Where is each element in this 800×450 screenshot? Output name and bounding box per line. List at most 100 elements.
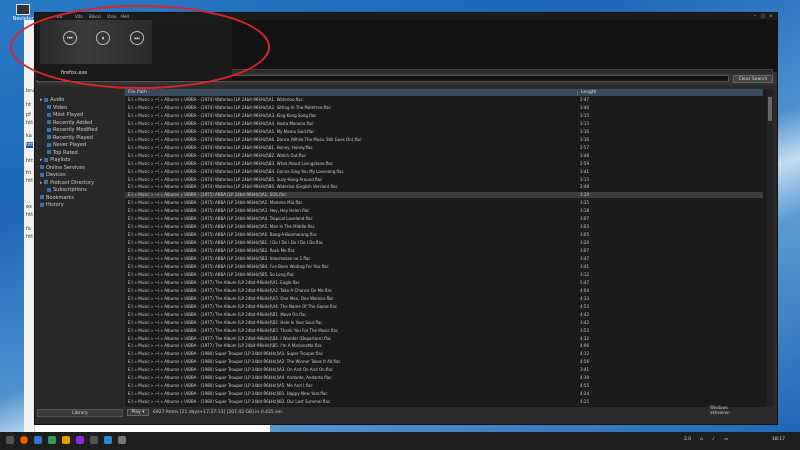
table-row[interactable]: E:\ » Music » ~\ » Albums » \ABBA - (197… (125, 113, 763, 119)
table-row[interactable]: E:\ » Music » ~\ » Albums » \ABBA - (197… (125, 288, 763, 294)
table-row[interactable]: E:\ » Music » ~\ » Albums » \ABBA - (197… (125, 312, 763, 318)
cell-length: 3:35 (580, 200, 589, 206)
sidebar-item[interactable]: Audio (40, 97, 64, 103)
table-row[interactable]: E:\ » Music » ~\ » Albums » \ABBA - (197… (125, 161, 763, 167)
column-file-path[interactable]: File Path (128, 90, 147, 95)
table-row[interactable]: E:\ » Music » ~\ » Albums » \ABBA - (197… (125, 129, 763, 135)
scrollbar-thumb[interactable] (768, 97, 772, 121)
table-row[interactable]: E:\ » Music » ~\ » Albums » \ABBA - (198… (125, 383, 763, 389)
sidebar-item-label: Video (53, 104, 68, 111)
network-icon[interactable]: ⌂ (700, 437, 703, 442)
sidebar-item[interactable]: Never Played (47, 142, 86, 148)
play-button[interactable]: Play ▾ (127, 409, 149, 416)
cell-length: 3:41 (580, 263, 589, 269)
cell-length: 4:25 (580, 399, 589, 405)
table-row[interactable]: E:\ » Music » ~\ » Albums » \ABBA - (197… (125, 280, 763, 286)
sidebar-item[interactable]: Most Played (47, 112, 83, 118)
app-icon[interactable] (62, 436, 70, 444)
cell-file-path: E:\ » Music » ~\ » Albums » \ABBA - (197… (128, 208, 310, 214)
table-row[interactable]: E:\ » Music » ~\ » Albums » \ABBA - (197… (125, 304, 763, 310)
table-row[interactable]: E:\ » Music » ~\ » Albums » \ABBA - (197… (125, 121, 763, 127)
table-row[interactable]: E:\ » Music » ~\ » Albums » \ABBA - (197… (125, 105, 763, 111)
minimize-icon[interactable]: – (753, 14, 757, 18)
cell-length: 3:05 (580, 232, 589, 238)
table-row[interactable]: E:\ » Music » ~\ » Albums » \ABBA - (197… (125, 177, 763, 183)
table-row[interactable]: E:\ » Music » ~\ » Albums » \ABBA - (198… (125, 391, 763, 397)
file-list[interactable]: File Path Length E:\ » Music » ~\ » Albu… (125, 89, 769, 407)
sidebar-item-label: Subscriptions (53, 187, 87, 193)
table-row[interactable]: E:\ » Music » ~\ » Albums » \ABBA - (197… (125, 272, 763, 278)
music-player-taskbar-icon[interactable] (118, 436, 126, 444)
table-row[interactable]: E:\ » Music » ~\ » Albums » \ABBA - (197… (125, 264, 763, 270)
table-row[interactable]: E:\ » Music » ~\ » Albums » \ABBA - (197… (125, 208, 763, 214)
sidebar-item-label: Bookmarks (46, 194, 74, 201)
volume-icon[interactable]: ♪ (712, 437, 715, 442)
sidebar-item[interactable]: Recently Added (47, 120, 92, 126)
clear-search-button[interactable]: Clear Search (733, 75, 773, 83)
table-row[interactable]: E:\ » Music » ~\ » Albums » \ABBA - (198… (125, 367, 763, 373)
app-icon[interactable] (48, 436, 56, 444)
table-row[interactable]: E:\ » Music » ~\ » Albums » \ABBA - (197… (125, 153, 763, 159)
table-row[interactable]: E:\ » Music » ~\ » Albums » \ABBA - (197… (125, 320, 763, 326)
sidebar-item-label: Most Played (53, 112, 84, 118)
browser-text-line: fri (26, 170, 32, 176)
table-row[interactable]: E:\ » Music » ~\ » Albums » \ABBA - (197… (125, 145, 763, 151)
cell-length: 4:06 (580, 343, 589, 349)
table-row[interactable]: E:\ » Music » ~\ » Albums » \ABBA - (197… (125, 296, 763, 302)
sidebar-item[interactable]: Devices (40, 172, 66, 178)
table-row[interactable]: E:\ » Music » ~\ » Albums » \ABBA - (197… (125, 97, 763, 103)
table-row[interactable]: E:\ » Music » ~\ » Albums » \ABBA - (197… (125, 169, 763, 175)
app-icon[interactable] (76, 436, 84, 444)
table-row[interactable]: E:\ » Music » ~\ » Albums » \ABBA - (197… (125, 216, 763, 222)
table-row[interactable]: E:\ » Music » ~\ » Albums » \ABBA - (197… (125, 343, 763, 349)
table-row[interactable]: E:\ » Music » ~\ » Albums » \ABBA - (197… (125, 192, 763, 199)
sidebar-item[interactable]: Subscriptions (47, 187, 87, 193)
cell-file-path: E:\ » Music » ~\ » Albums » \ABBA - (197… (128, 176, 323, 182)
cell-file-path: E:\ » Music » ~\ » Albums » \ABBA - (197… (128, 327, 339, 333)
table-row[interactable]: E:\ » Music » ~\ » Albums » \ABBA - (198… (125, 399, 763, 405)
table-row[interactable]: E:\ » Music » ~\ » Albums » \ABBA - (198… (125, 351, 763, 357)
sidebar-item[interactable]: Playlists (40, 157, 71, 163)
sidebar-item[interactable]: Video (47, 105, 67, 111)
table-row[interactable]: E:\ » Music » ~\ » Albums » \ABBA - (197… (125, 248, 763, 254)
table-row[interactable]: E:\ » Music » ~\ » Albums » \ABBA - (197… (125, 200, 763, 206)
sidebar-item[interactable]: History (40, 202, 64, 208)
sidebar-item-label: Recently Added (53, 119, 93, 126)
sidebar-item[interactable]: Recently Modified (47, 127, 98, 133)
cell-file-path: E:\ » Music » ~\ » Albums » \ABBA - (197… (128, 295, 334, 301)
sidebar-item[interactable]: Recently Played (47, 135, 93, 141)
table-row[interactable]: E:\ » Music » ~\ » Albums » \ABBA - (197… (125, 256, 763, 262)
table-row[interactable]: E:\ » Music » ~\ » Albums » \ABBA - (197… (125, 240, 763, 246)
windows-start-icon[interactable] (6, 436, 14, 444)
close-icon[interactable]: × (769, 14, 773, 18)
app-icon[interactable] (104, 436, 112, 444)
cell-file-path: E:\ » Music » ~\ » Albums » \ABBA - (197… (128, 287, 333, 293)
table-row[interactable]: E:\ » Music » ~\ » Albums » \ABBA - (197… (125, 336, 763, 342)
cell-file-path: E:\ » Music » ~\ » Albums » \ABBA - (198… (128, 399, 331, 405)
table-row[interactable]: E:\ » Music » ~\ » Albums » \ABBA - (198… (125, 359, 763, 365)
column-length[interactable]: Length (577, 90, 597, 96)
table-row[interactable]: E:\ » Music » ~\ » Albums » \ABBA - (197… (125, 137, 763, 143)
list-scrollbar[interactable] (767, 89, 773, 407)
table-row[interactable]: E:\ » Music » ~\ » Albums » \ABBA - (198… (125, 375, 763, 381)
desktop-shortcut-icon (16, 4, 30, 15)
maximize-icon[interactable]: □ (761, 14, 765, 18)
cell-length: 4:39 (580, 375, 589, 381)
app-icon[interactable] (90, 436, 98, 444)
sidebar-item[interactable]: Podcast Directory (40, 180, 94, 186)
battery-icon[interactable]: ▭ (724, 437, 728, 442)
sidebar-item[interactable]: Online Services (40, 165, 85, 171)
table-row[interactable]: E:\ » Music » ~\ » Albums » \ABBA - (197… (125, 224, 763, 230)
firefox-icon[interactable] (20, 436, 28, 444)
app-icon[interactable] (34, 436, 42, 444)
cell-length: 4:56 (580, 359, 589, 365)
folder-icon (47, 187, 51, 192)
sidebar-item-label: Recently Played (53, 134, 93, 141)
table-row[interactable]: E:\ » Music » ~\ » Albums » \ABBA - (197… (125, 232, 763, 238)
table-row[interactable]: E:\ » Music » ~\ » Albums » \ABBA - (197… (125, 328, 763, 334)
table-row[interactable]: E:\ » Music » ~\ » Albums » \ABBA - (197… (125, 184, 763, 190)
library-button[interactable]: Library (37, 409, 123, 417)
sidebar-item[interactable]: Bookmarks (40, 195, 74, 201)
cell-file-path: E:\ » Music » ~\ » Albums » \ABBA - (198… (128, 391, 328, 397)
sidebar-item[interactable]: Top Rated (47, 150, 78, 156)
